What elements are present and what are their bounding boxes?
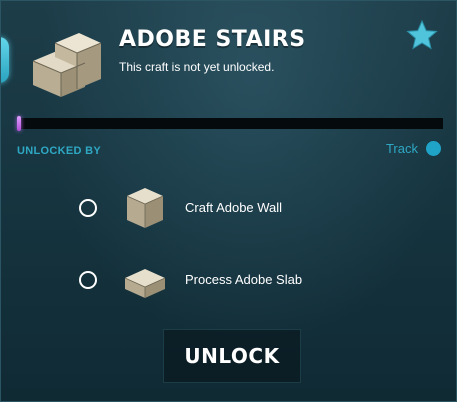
requirement-item[interactable]: Process Adobe Slab [79, 269, 302, 298]
requirement-radio[interactable] [79, 199, 97, 217]
adobe-wall-icon [126, 188, 164, 228]
requirement-label: Craft Adobe Wall [185, 200, 283, 215]
track-label: Track [385, 141, 418, 156]
craft-status-text: This craft is not yet unlocked. [119, 60, 275, 74]
requirement-radio[interactable] [79, 271, 97, 289]
adobe-stairs-icon [32, 33, 102, 97]
track-indicator[interactable] [426, 141, 441, 156]
panel-edge-accent [1, 37, 9, 83]
star-icon[interactable] [406, 19, 438, 51]
requirement-label: Process Adobe Slab [185, 272, 303, 287]
craft-title: ADOBE STAIRS [119, 27, 306, 52]
unlocked-by-heading: UNLOCKED BY [17, 145, 101, 157]
craft-panel: ADOBE STAIRS This craft is not yet unloc… [0, 0, 457, 402]
track-toggle[interactable]: Track [386, 141, 441, 156]
unlock-button[interactable]: UNLOCK [163, 329, 301, 383]
unlock-progress-fill [17, 116, 22, 131]
unlock-progress-bar [17, 116, 443, 131]
requirement-item[interactable]: Craft Adobe Wall [79, 188, 282, 228]
unlock-button-label: UNLOCK [184, 344, 280, 368]
adobe-slab-icon [124, 269, 166, 298]
